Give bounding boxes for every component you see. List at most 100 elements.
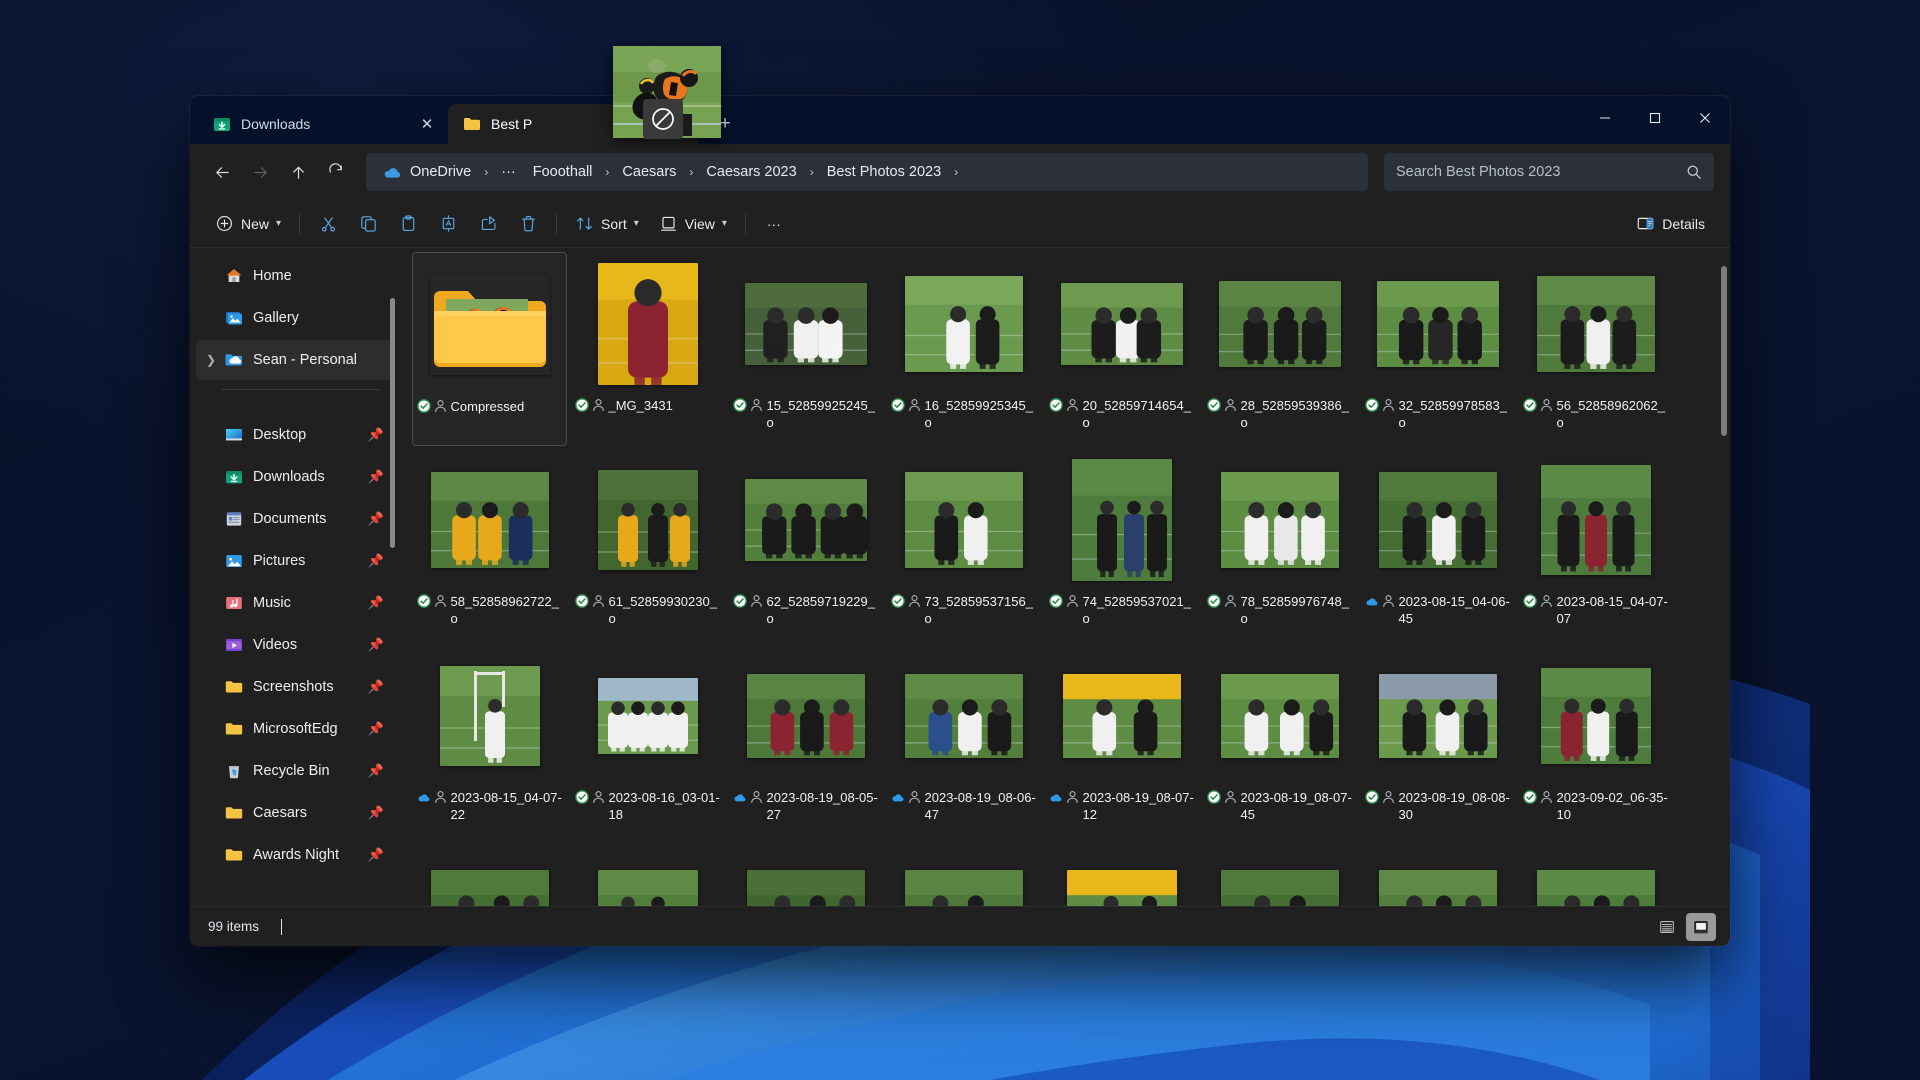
file-item[interactable]: 62_52859719229_o [728,448,883,642]
home-icon [226,269,242,282]
file-item[interactable]: 2023-08-16_03-01-18 [570,644,725,838]
file-list-view: Compressed _MG_3431 15_52859925245_o 16_… [398,248,1730,906]
shared-person-icon [434,595,446,608]
view-button-label: View [684,215,715,232]
sidebar-item-pictures[interactable]: Pictures 📌 [196,541,392,581]
paste-button[interactable] [389,207,427,241]
file-item[interactable]: 58_52858962722_o [412,448,567,642]
sort-button[interactable]: Sort ▾ [566,207,648,241]
pin-icon[interactable]: 📌 [368,721,384,737]
details-pane-button[interactable]: Details [1627,207,1714,241]
file-item[interactable]: 2023-08-15_04-07-22 [412,644,567,838]
sidebar-item-desktop[interactable]: Desktop 📌 [196,415,392,455]
sidebar-item-home[interactable]: Home [196,256,392,296]
sidebar-item-videos[interactable]: Videos 📌 [196,625,392,665]
folder-item[interactable]: Compressed [412,252,567,446]
item-label: 2023-08-19_08-05-27 [733,789,879,823]
file-item[interactable]: 2023-08-19_08-05-27 [728,644,883,838]
pin-icon[interactable]: 📌 [368,679,384,695]
forward-button[interactable] [242,154,278,190]
breadcrumb-item-3[interactable]: Best Photos 2023 [819,159,949,185]
file-item[interactable]: 2023-08-19_08-07-45 [1202,644,1357,838]
file-item[interactable] [1518,840,1673,906]
copy-button[interactable] [349,207,387,241]
new-button[interactable]: New ▾ [206,207,290,241]
file-item[interactable] [570,840,725,906]
cut-button[interactable] [309,207,347,241]
tab-close-button[interactable]: ✕ [414,111,440,137]
sidebar-scrollbar[interactable] [390,298,395,548]
rename-button[interactable] [429,207,467,241]
sidebar-item-label: Gallery [253,310,299,326]
file-item[interactable]: 2023-08-15_04-06-45 [1360,448,1515,642]
breadcrumb-item-1[interactable]: Caesars [614,159,684,185]
sidebar-item-caesars[interactable]: Caesars 📌 [196,793,392,833]
pin-icon[interactable]: 📌 [368,553,384,569]
file-item[interactable]: 56_52858962062_o [1518,252,1673,446]
breadcrumb-overflow[interactable]: ··· [493,159,524,185]
up-button[interactable] [280,154,316,190]
breadcrumb-root-onedrive[interactable]: OneDrive [374,159,479,185]
sidebar-item-gallery[interactable]: Gallery [196,298,392,338]
delete-button[interactable] [509,207,547,241]
sidebar-item-documents[interactable]: Documents 📌 [196,499,392,539]
pin-icon[interactable]: 📌 [368,595,384,611]
back-button[interactable] [204,154,240,190]
view-button[interactable]: View ▾ [650,207,736,241]
pin-icon[interactable]: 📌 [368,427,384,443]
file-item[interactable]: 28_52859539386_o [1202,252,1357,446]
file-item[interactable] [886,840,1041,906]
sidebar-item-microsoftedg[interactable]: MicrosoftEdg 📌 [196,709,392,749]
sidebar-item-downloads[interactable]: Downloads 📌 [196,457,392,497]
breadcrumb-item-2[interactable]: Caesars 2023 [698,159,804,185]
pin-icon[interactable]: 📌 [368,511,384,527]
file-item[interactable] [1360,840,1515,906]
search-input[interactable] [1396,164,1686,180]
share-button[interactable] [469,207,507,241]
shared-person-icon [1224,791,1236,804]
file-item[interactable]: 2023-08-19_08-07-12 [1044,644,1199,838]
pin-icon[interactable]: 📌 [368,805,384,821]
file-item[interactable]: 2023-08-19_08-08-30 [1360,644,1515,838]
chevron-right-icon[interactable]: ❯ [202,353,220,367]
refresh-button[interactable] [318,154,354,190]
more-options-button[interactable]: ··· [755,207,793,241]
minimize-button[interactable] [1580,96,1630,140]
file-item[interactable]: 20_52859714654_o [1044,252,1199,446]
tiles-view-button[interactable] [1686,912,1716,941]
file-item[interactable] [1202,840,1357,906]
sidebar-item-sean-personal[interactable]: ❯ Sean - Personal [196,340,392,380]
item-thumbnail [1205,258,1355,390]
new-tab-button[interactable]: + [708,107,742,141]
maximize-button[interactable] [1630,96,1680,140]
file-item[interactable]: 15_52859925245_o [728,252,883,446]
close-button[interactable] [1680,96,1730,140]
sidebar-item-awards-night[interactable]: Awards Night 📌 [196,835,392,875]
pin-icon[interactable]: 📌 [368,637,384,653]
file-item[interactable] [412,840,567,906]
file-item[interactable]: 61_52859930230_o [570,448,725,642]
sidebar-item-music[interactable]: Music 📌 [196,583,392,623]
file-item[interactable]: 16_52859925345_o [886,252,1041,446]
list-view-button[interactable] [1652,913,1682,941]
file-item[interactable]: _MG_3431 [570,252,725,446]
file-item[interactable] [728,840,883,906]
pin-icon[interactable]: 📌 [368,847,384,863]
search-box[interactable] [1384,153,1714,191]
text-caret [281,918,283,935]
file-item[interactable]: 73_52859537156_o [886,448,1041,642]
file-item[interactable]: 74_52859537021_o [1044,448,1199,642]
pin-icon[interactable]: 📌 [368,469,384,485]
file-item[interactable]: 2023-09-02_06-35-10 [1518,644,1673,838]
file-item[interactable]: 32_52859978583_o [1360,252,1515,446]
tab-downloads[interactable]: Downloads ✕ [198,104,448,144]
file-item[interactable]: 78_52859976748_o [1202,448,1357,642]
file-item[interactable]: 2023-08-15_04-07-07 [1518,448,1673,642]
breadcrumb-item-0[interactable]: Fooothall [525,159,601,185]
sidebar-item-screenshots[interactable]: Screenshots 📌 [196,667,392,707]
content-scrollbar[interactable] [1721,266,1727,436]
sidebar-item-recycle-bin[interactable]: Recycle Bin 📌 [196,751,392,791]
pin-icon[interactable]: 📌 [368,763,384,779]
file-item[interactable] [1044,840,1199,906]
file-item[interactable]: 2023-08-19_08-06-47 [886,644,1041,838]
